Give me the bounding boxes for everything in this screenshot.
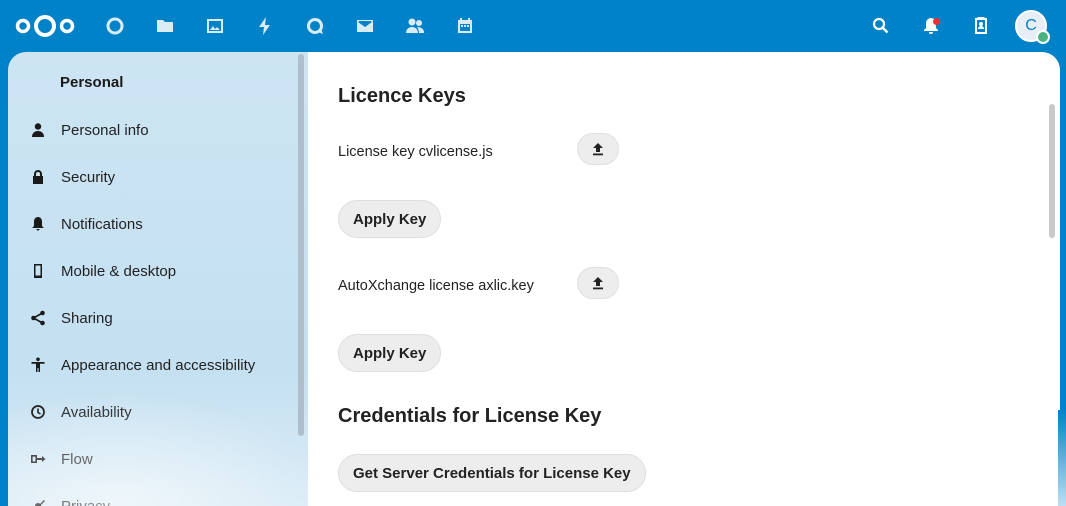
sidebar-item-privacy[interactable]: Privacy <box>8 486 298 506</box>
sidebar-item-security[interactable]: Security <box>8 157 298 197</box>
phone-icon <box>30 263 46 279</box>
sidebar-item-label: Mobile & desktop <box>61 262 177 280</box>
upload-license-key-button[interactable] <box>577 133 619 165</box>
sidebar-item-personal-info[interactable]: Personal info <box>8 110 298 150</box>
talk-icon[interactable] <box>303 14 327 38</box>
sidebar-item-label: Privacy <box>61 497 111 506</box>
flow-icon <box>30 451 46 467</box>
upload-icon <box>593 277 603 290</box>
sidebar-item-label: Appearance and accessibility <box>61 356 256 374</box>
apply-key-button[interactable]: Apply Key <box>338 334 442 372</box>
autoxchange-license-label: AutoXchange license axlic.key <box>338 278 534 294</box>
sidebar-item-notifications[interactable]: Notifications <box>8 204 298 244</box>
content-scrollbar[interactable] <box>1049 104 1055 238</box>
contacts-icon[interactable] <box>403 14 427 38</box>
lock-icon <box>30 169 46 185</box>
sidebar-scrollbar[interactable] <box>298 54 304 436</box>
sidebar-item-label: Availability <box>61 403 132 421</box>
apply-key-button[interactable]: Apply Key <box>338 200 442 238</box>
nextcloud-logo[interactable] <box>14 12 76 40</box>
activity-icon[interactable] <box>253 14 277 38</box>
photos-icon[interactable] <box>203 14 227 38</box>
top-header: C <box>0 0 1066 52</box>
sidebar-item-label: Security <box>61 168 116 186</box>
sidebar-item-label: Flow <box>61 450 93 468</box>
sidebar-item-label: Notifications <box>61 215 143 233</box>
notifications-bell-icon[interactable] <box>919 14 943 38</box>
calendar-icon[interactable] <box>453 14 477 38</box>
settings-sidebar: Personal Personal info Security Notifica… <box>8 52 308 506</box>
sidebar-item-flow[interactable]: Flow <box>8 439 298 479</box>
mail-icon[interactable] <box>353 14 377 38</box>
license-key-label: License key cvlicense.js <box>338 144 493 160</box>
notification-dot <box>933 18 940 25</box>
upload-autoxchange-license-button[interactable] <box>577 267 619 299</box>
files-icon[interactable] <box>153 14 177 38</box>
accessibility-icon <box>30 357 46 373</box>
privacy-icon <box>30 498 46 506</box>
sidebar-caption: Personal <box>60 74 124 91</box>
credentials-heading: Credentials for License Key <box>338 405 602 427</box>
contacts-menu-icon[interactable] <box>969 14 993 38</box>
user-icon <box>30 122 46 138</box>
sidebar-item-appearance[interactable]: Appearance and accessibility <box>8 345 298 385</box>
get-server-credentials-button[interactable]: Get Server Credentials for License Key <box>338 454 646 492</box>
sidebar-item-label: Personal info <box>61 121 149 139</box>
sidebar-item-availability[interactable]: Availability <box>8 392 298 432</box>
dashboard-icon[interactable] <box>103 14 127 38</box>
share-icon <box>30 310 46 326</box>
main-content: Licence Keys License key cvlicense.js Ap… <box>308 52 1060 506</box>
sidebar-item-sharing[interactable]: Sharing <box>8 298 298 338</box>
bell-icon <box>30 216 46 232</box>
sidebar-item-mobile-desktop[interactable]: Mobile & desktop <box>8 251 298 291</box>
licence-keys-heading: Licence Keys <box>338 85 466 107</box>
search-icon[interactable] <box>869 14 893 38</box>
clock-icon <box>30 404 46 420</box>
online-status-indicator <box>1036 30 1050 44</box>
upload-icon <box>593 143 603 156</box>
sidebar-item-label: Sharing <box>61 309 113 327</box>
right-edge-background <box>1058 410 1066 506</box>
